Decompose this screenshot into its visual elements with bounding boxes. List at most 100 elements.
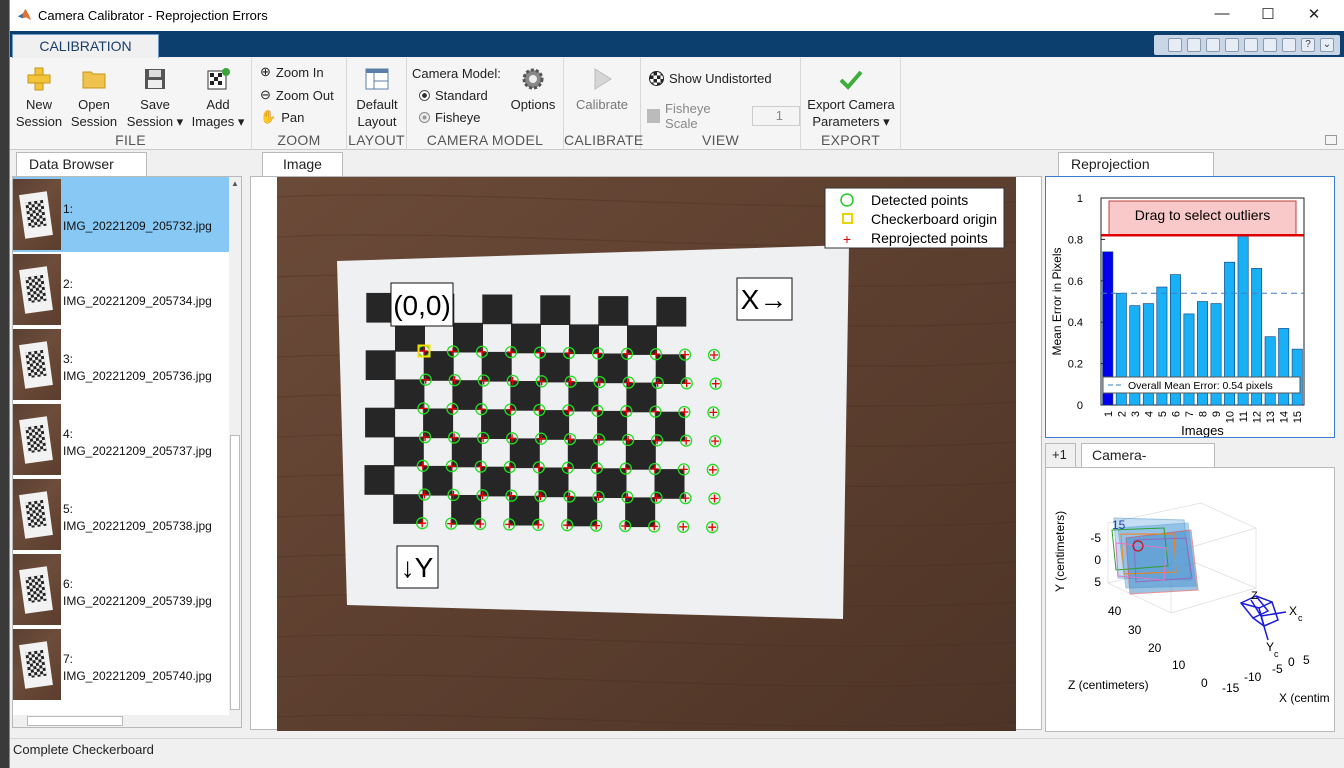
redo-icon[interactable] — [1263, 38, 1277, 52]
tab-more[interactable]: +1 — [1045, 443, 1076, 467]
list-item[interactable]: 4: IMG_20221209_205737.jpg — [13, 402, 229, 477]
export-camera-parameters-button[interactable]: Export Camera Parameters ▾ — [804, 66, 898, 130]
image-thumbnail — [13, 329, 61, 400]
show-undistorted-label: Show Undistorted — [669, 71, 772, 86]
calibrate-group-label: CALIBRATE — [564, 132, 644, 148]
x-tick-label: 4 — [1143, 411, 1155, 417]
camera-centric-plot[interactable]: 15 Z X c Y c Y (centimeters) -5 0 5 40 3… — [1046, 468, 1334, 731]
horizontal-scrollbar[interactable] — [13, 715, 241, 727]
file-group-label: FILE — [115, 132, 146, 148]
scrollbar-thumb[interactable] — [230, 435, 240, 710]
list-item[interactable]: 7: IMG_20221209_205740.jpg — [13, 627, 229, 702]
x-tick-label: 9 — [1211, 411, 1223, 417]
undo-icon[interactable] — [1244, 38, 1258, 52]
play-icon — [594, 68, 612, 90]
z-tick-5: 0 — [1201, 676, 1208, 690]
tab-data-browser[interactable]: Data Browser — [16, 152, 147, 176]
zoom-out-button[interactable]: ⊖ Zoom Out — [260, 87, 334, 103]
camera-centric-panel: 15 Z X c Y c Y (centimeters) -5 0 5 40 3… — [1045, 467, 1335, 732]
view-group-label: VIEW — [702, 132, 739, 148]
z-tick-3: 20 — [1148, 641, 1162, 655]
file-group: New Session Open Session Save Session ▾ … — [10, 58, 252, 150]
image-name: 2: IMG_20221209_205734.jpg — [63, 277, 212, 308]
reprojection-chart[interactable]: 00.20.40.60.811 2 3 4 5 6 7 8 9 10 11 12 13 14 15Drag … — [1046, 177, 1334, 437]
list-item[interactable]: 6: IMG_20221209_205739.jpg — [13, 552, 229, 627]
vertical-scrollbar[interactable]: ▲ — [229, 177, 241, 717]
camera-model-icon — [1239, 595, 1287, 641]
standard-label: Standard — [435, 88, 488, 103]
cam-y-sub: c — [1274, 649, 1279, 659]
x-tick-label: 12 — [1252, 411, 1264, 423]
paste-icon[interactable] — [1225, 38, 1239, 52]
image-thumbnail — [13, 179, 61, 250]
standard-radio[interactable]: Standard — [419, 88, 488, 103]
x-tick-3: -5 — [1272, 662, 1283, 676]
x-tick-label: 7 — [1184, 411, 1196, 417]
options-button[interactable]: Options — [507, 66, 559, 113]
calibration-image[interactable]: + Detected points Checkerboard origin Re… — [277, 177, 1016, 731]
tab-reprojection-errors[interactable]: Reprojection Errors✕ — [1058, 152, 1214, 194]
y-tick-label: 0.2 — [1068, 359, 1083, 371]
x-tick-label: 14 — [1279, 411, 1291, 423]
y-tick-3: 5 — [1094, 575, 1101, 589]
calibrate-button[interactable]: Calibrate — [569, 66, 635, 113]
zoom-out-label: Zoom Out — [275, 87, 334, 103]
cut-icon[interactable] — [1187, 38, 1201, 52]
image-name: 1: IMG_20221209_205732.jpg — [63, 202, 212, 233]
x-tick-label: 15 — [1292, 411, 1304, 423]
fisheye-scale-spinner[interactable]: 1 — [752, 106, 800, 126]
folder-icon — [82, 71, 106, 89]
image-thumbnail — [13, 404, 61, 475]
zoom-in-button[interactable]: ⊕ Zoom In — [260, 64, 324, 80]
layout-icon[interactable] — [1282, 38, 1296, 52]
x-tick-4: 0 — [1288, 655, 1295, 669]
y-axis-title: Mean Error in Pixels — [1050, 247, 1064, 355]
camera-model-group-label: CAMERA MODEL — [426, 132, 544, 148]
pan-button[interactable]: ✋ Pan — [260, 109, 304, 125]
fisheye-scale-label: Fisheye Scale — [665, 101, 711, 131]
x-tick-label: 11 — [1238, 411, 1250, 422]
h-scrollbar-thumb[interactable] — [27, 716, 123, 726]
list-item[interactable]: 3: IMG_20221209_205736.jpg — [13, 327, 229, 402]
collapse-ribbon-icon[interactable] — [1325, 135, 1337, 145]
minimize-button[interactable]: — — [1207, 5, 1237, 22]
pan-label: Pan — [281, 109, 305, 125]
x-tick-label: 1 — [1103, 411, 1115, 417]
ribbon-toolstrip: New Session Open Session Save Session ▾ … — [10, 58, 1344, 150]
save-icon[interactable] — [1168, 38, 1182, 52]
floppy-icon — [145, 69, 165, 89]
new-session-label-2: Session — [15, 114, 63, 129]
layout-icon — [365, 68, 389, 90]
show-undistorted-button[interactable]: Show Undistorted — [649, 71, 772, 86]
list-item[interactable]: 5: IMG_20221209_205738.jpg — [13, 477, 229, 552]
list-item[interactable]: 1: IMG_20221209_205732.jpg — [13, 177, 229, 252]
help-icon[interactable]: ? — [1301, 38, 1315, 52]
save-session-label: Save — [140, 97, 170, 112]
expand-icon[interactable]: ⌄ — [1320, 38, 1334, 52]
open-session-button[interactable]: Open Session — [69, 66, 119, 130]
maximize-button[interactable]: ☐ — [1253, 5, 1283, 23]
new-session-button[interactable]: New Session — [14, 66, 64, 130]
list-item[interactable]: 2: IMG_20221209_205734.jpg — [13, 252, 229, 327]
tab-camera-centric[interactable]: Camera-centric✕ — [1081, 443, 1215, 485]
add-images-button[interactable]: Add Images ▾ — [188, 66, 248, 130]
z-tick-1: 40 — [1108, 604, 1122, 618]
cam-x-sub: c — [1298, 613, 1303, 623]
copy-icon[interactable] — [1206, 38, 1220, 52]
error-bar[interactable] — [1278, 328, 1290, 406]
default-layout-button[interactable]: Default Layout — [350, 66, 404, 130]
tab-image[interactable]: Image — [262, 152, 343, 176]
window-title: Camera Calibrator - Reprojection Errors — [38, 8, 268, 23]
y-axis-label: ↓Y — [401, 552, 434, 583]
export-label: Export Camera — [807, 97, 895, 112]
save-session-button[interactable]: Save Session ▾ — [125, 66, 185, 130]
error-bar[interactable] — [1264, 336, 1276, 406]
close-button[interactable]: ✕ — [1299, 5, 1329, 23]
zoom-in-icon: ⊕ — [260, 64, 271, 79]
save-session-label-2: Session ▾ — [126, 114, 184, 129]
scroll-up-icon[interactable]: ▲ — [231, 179, 239, 188]
fisheye-radio[interactable]: Fisheye — [419, 110, 481, 125]
status-bar: Complete Checkerboard — [10, 738, 1344, 760]
reprojection-panel: 0 0.2 0.4 0.6 0.8 1 1 2 3 4 5 6 7 8 9 10 11 12 13 14 15 Drag … — [1045, 176, 1335, 438]
tab-calibration[interactable]: CALIBRATION — [12, 34, 159, 58]
